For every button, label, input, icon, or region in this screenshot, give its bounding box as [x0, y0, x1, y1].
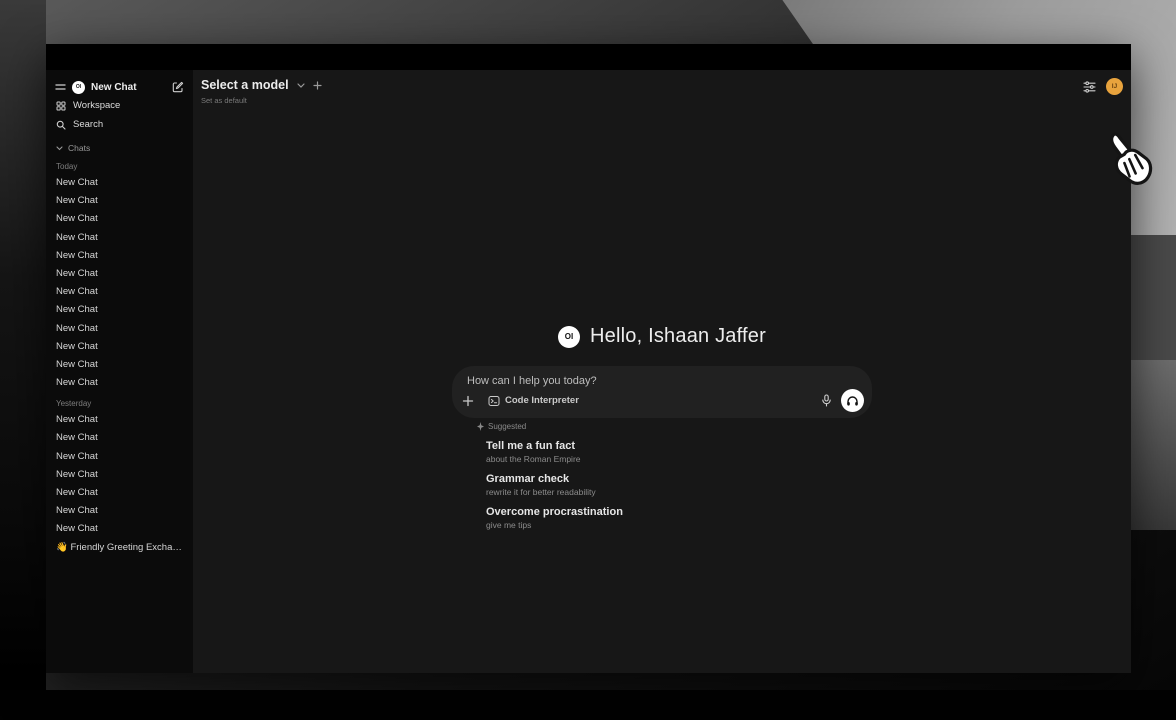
chats-section-toggle[interactable]: Chats: [46, 141, 193, 155]
sidebar-item-search[interactable]: Search: [46, 115, 193, 134]
prompt-subtitle: rewrite it for better readability: [486, 487, 872, 497]
attach-plus-icon[interactable]: [462, 395, 474, 407]
new-chat-icon[interactable]: [172, 81, 184, 93]
code-interpreter-toggle[interactable]: Code Interpreter: [488, 395, 579, 407]
set-as-default-button[interactable]: Set as default: [201, 96, 247, 105]
controls-sliders-icon[interactable]: [1083, 81, 1096, 93]
chevron-down-icon: [56, 146, 63, 151]
message-composer[interactable]: How can I help you today? Code Interpret…: [452, 366, 872, 418]
model-selector-label: Select a model: [201, 78, 289, 92]
greeting-text: Hello, Ishaan Jaffer: [590, 325, 766, 348]
sidebar-chat-item[interactable]: New Chat: [46, 356, 193, 374]
sidebar-chat-item[interactable]: New Chat: [46, 283, 193, 301]
sidebar-chat-item[interactable]: New Chat: [46, 411, 193, 429]
sidebar-chat-item[interactable]: New Chat: [46, 320, 193, 338]
suggested-prompt[interactable]: Tell me a fun fact about the Roman Empir…: [486, 440, 872, 464]
window-topbar: [46, 44, 1131, 70]
chat-date-label: Yesterday: [46, 397, 193, 411]
microphone-icon[interactable]: [821, 394, 832, 407]
chat-date-label: Today: [46, 160, 193, 174]
desktop: OI New Chat Workspace Searc: [0, 0, 1176, 720]
sidebar-chat-item[interactable]: New Chat: [46, 448, 193, 466]
sidebar-chat-item[interactable]: New Chat: [46, 520, 193, 538]
app-logo: OI: [558, 326, 580, 348]
prompt-title: Overcome procrastination: [486, 506, 872, 518]
sidebar-chat-item[interactable]: New Chat: [46, 484, 193, 502]
sidebar-chat-item[interactable]: New Chat: [46, 301, 193, 319]
chat-sections: TodayNew ChatNew ChatNew ChatNew ChatNew…: [46, 160, 193, 557]
headphones-icon: [846, 395, 859, 407]
sidebar-chat-item[interactable]: New Chat: [46, 466, 193, 484]
sidebar-chat-item[interactable]: New Chat: [46, 229, 193, 247]
sidebar-chat-item[interactable]: New Chat: [46, 502, 193, 520]
sidebar-chat-item[interactable]: New Chat: [46, 210, 193, 228]
sidebar-chat-item[interactable]: New Chat: [46, 429, 193, 447]
chevron-down-icon: [297, 83, 305, 88]
sidebar-chat-item[interactable]: 👋 Friendly Greeting Exchange: [46, 539, 193, 557]
search-icon: [56, 120, 66, 130]
sidebar: OI New Chat Workspace Searc: [46, 70, 193, 673]
wallpaper-facet: [0, 690, 1176, 720]
sidebar-chat-item[interactable]: New Chat: [46, 192, 193, 210]
prompt-subtitle: give me tips: [486, 520, 872, 530]
model-selector[interactable]: Select a model: [201, 78, 322, 92]
app-window: OI New Chat Workspace Searc: [46, 44, 1131, 673]
message-input[interactable]: How can I help you today?: [467, 375, 857, 387]
wallpaper-facet: [0, 0, 46, 692]
suggested-prompt[interactable]: Grammar check rewrite it for better read…: [486, 473, 872, 497]
prompt-title: Grammar check: [486, 473, 872, 485]
sidebar-chat-item[interactable]: New Chat: [46, 338, 193, 356]
wallpaper-facet: [1124, 360, 1176, 530]
sidebar-chat-item[interactable]: New Chat: [46, 265, 193, 283]
sidebar-item-workspace[interactable]: Workspace: [46, 96, 193, 115]
workspace-grid-icon: [56, 101, 66, 111]
sidebar-item-label: Search: [73, 119, 103, 130]
greeting: OI Hello, Ishaan Jaffer: [193, 325, 1131, 348]
sidebar-toggle-icon[interactable]: [55, 83, 66, 91]
prompt-title: Tell me a fun fact: [486, 440, 872, 452]
sidebar-chat-item[interactable]: New Chat: [46, 374, 193, 392]
main-area: Select a model Set as default IJ: [193, 70, 1131, 673]
sidebar-header-title: New Chat: [91, 82, 166, 93]
suggested-prompts: Suggested Tell me a fun fact about the R…: [452, 422, 872, 539]
app-logo: OI: [72, 81, 85, 94]
sparkle-icon: [477, 422, 484, 431]
code-interpreter-icon: [488, 395, 500, 407]
voice-call-button[interactable]: [841, 389, 864, 412]
prompt-subtitle: about the Roman Empire: [486, 454, 872, 464]
suggested-label: Suggested: [488, 422, 526, 431]
sidebar-item-label: Workspace: [73, 100, 120, 111]
add-model-icon[interactable]: [313, 81, 322, 90]
user-avatar[interactable]: IJ: [1106, 78, 1123, 95]
suggested-prompt[interactable]: Overcome procrastination give me tips: [486, 506, 872, 530]
sidebar-chat-item[interactable]: New Chat: [46, 174, 193, 192]
code-interpreter-label: Code Interpreter: [505, 395, 579, 406]
sidebar-chat-item[interactable]: New Chat: [46, 247, 193, 265]
chats-section-label: Chats: [68, 143, 90, 153]
